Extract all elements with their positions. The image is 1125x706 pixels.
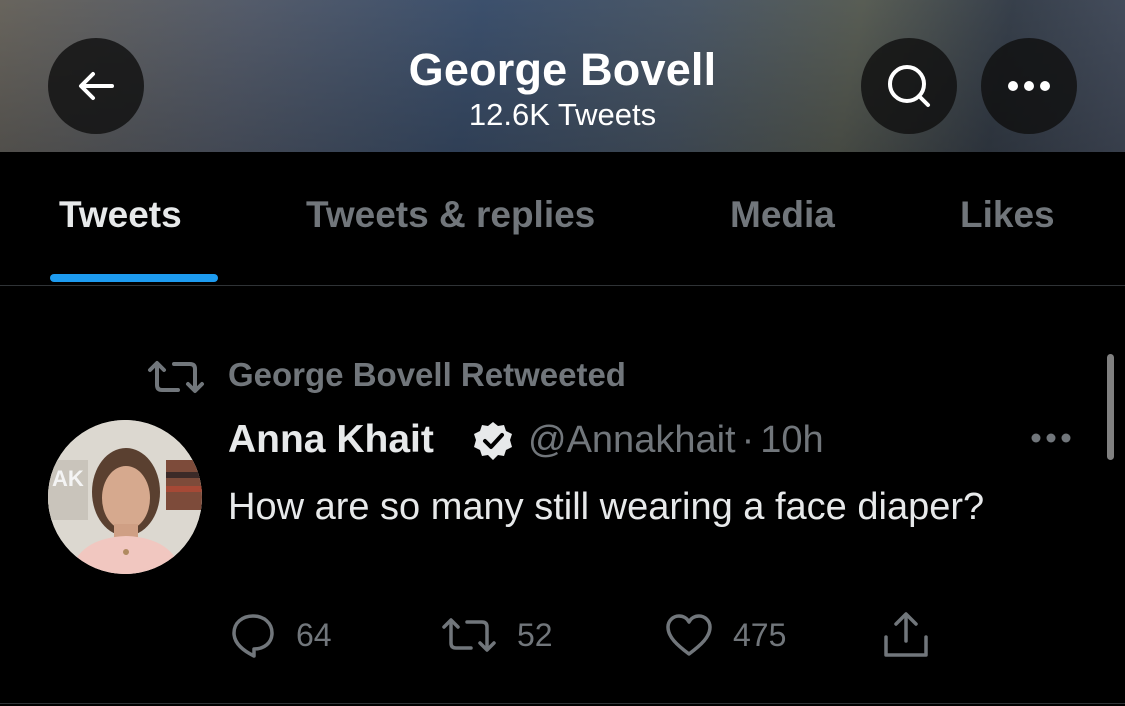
author-handle-time[interactable]: @Annakhait · 10h [528, 419, 824, 462]
retweet-count: 52 [517, 616, 553, 653]
share-icon [884, 612, 928, 657]
retweet-button[interactable]: 52 [441, 610, 553, 660]
like-button[interactable]: 475 [665, 610, 786, 660]
tweet-time[interactable]: 10h [760, 419, 823, 461]
verified-badge-icon [474, 422, 512, 460]
more-horizontal-icon [1008, 81, 1050, 91]
more-options-button[interactable] [981, 38, 1077, 134]
author-name[interactable]: Anna Khait [228, 418, 434, 462]
author-handle[interactable]: @Annakhait [528, 419, 736, 461]
reply-count: 64 [296, 616, 332, 653]
tab-likes[interactable]: Likes [960, 194, 1055, 236]
tab-media[interactable]: Media [730, 194, 835, 236]
tweet-more-icon[interactable] [1028, 428, 1074, 448]
tab-tweets-replies[interactable]: Tweets & replies [306, 194, 595, 236]
tweet-count: 12.6K Tweets [468, 97, 657, 132]
like-count: 475 [733, 616, 787, 653]
tweet-divider [0, 703, 1125, 704]
retweet-action-icon [442, 618, 496, 652]
search-button[interactable] [861, 38, 957, 134]
share-button[interactable] [880, 610, 932, 660]
active-tab-indicator [50, 274, 218, 282]
avatar[interactable]: AK [48, 420, 202, 574]
tabs-divider [0, 285, 1125, 286]
avatar-image: AK [48, 420, 202, 574]
reply-button[interactable]: 64 [230, 610, 332, 660]
reply-icon [232, 614, 274, 658]
tab-tweets[interactable]: Tweets [59, 194, 182, 236]
retweet-context[interactable]: George Bovell Retweeted [228, 356, 626, 394]
search-icon [888, 65, 930, 107]
meta-separator: · [741, 419, 755, 461]
tweet-text[interactable]: How are so many still wearing a face dia… [228, 478, 1008, 536]
heart-icon [666, 614, 712, 656]
scrollbar[interactable] [1107, 354, 1114, 460]
svg-text:AK: AK [52, 466, 84, 491]
retweet-icon [148, 361, 204, 393]
